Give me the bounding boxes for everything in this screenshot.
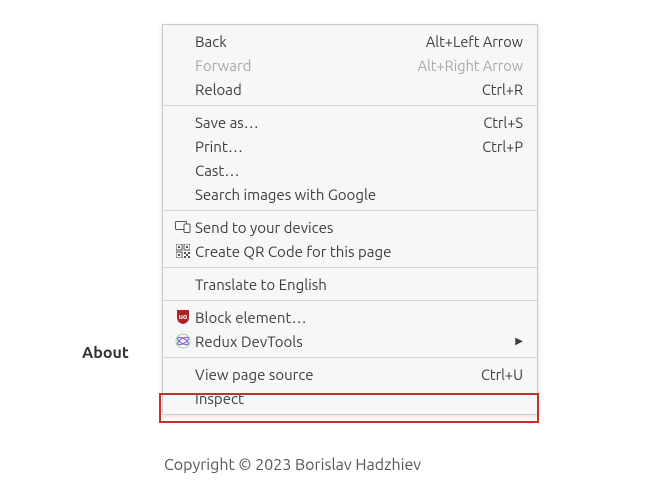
menu-label: Redux DevTools xyxy=(195,333,515,350)
menu-shortcut: Ctrl+S xyxy=(483,114,523,131)
menu-item-search-images[interactable]: Search images with Google xyxy=(163,182,537,206)
menu-label: Forward xyxy=(195,57,418,74)
menu-item-cast[interactable]: Cast… xyxy=(163,158,537,182)
menu-item-redux-devtools[interactable]: Redux DevTools ▶ xyxy=(163,329,537,353)
menu-shortcut: Ctrl+P xyxy=(482,138,523,155)
empty-icon xyxy=(171,182,195,206)
menu-shortcut: Alt+Left Arrow xyxy=(426,33,523,50)
menu-separator xyxy=(163,300,537,301)
devices-icon xyxy=(171,215,195,239)
empty-icon xyxy=(171,110,195,134)
menu-item-view-source[interactable]: View page source Ctrl+U xyxy=(163,362,537,386)
menu-label: Save as… xyxy=(195,114,483,131)
menu-label: Inspect xyxy=(195,390,523,407)
menu-label: Translate to English xyxy=(195,276,523,293)
menu-item-send-devices[interactable]: Send to your devices xyxy=(163,215,537,239)
menu-item-reload[interactable]: Reload Ctrl+R xyxy=(163,77,537,101)
menu-label: Reload xyxy=(195,81,482,98)
menu-shortcut: Ctrl+U xyxy=(481,366,523,383)
menu-separator xyxy=(163,210,537,211)
empty-icon xyxy=(171,77,195,101)
empty-icon xyxy=(171,386,195,410)
empty-icon xyxy=(171,134,195,158)
menu-item-block-element[interactable]: uo Block element… xyxy=(163,305,537,329)
empty-icon xyxy=(171,29,195,53)
empty-icon xyxy=(171,362,195,386)
menu-label: View page source xyxy=(195,366,481,383)
menu-label: Back xyxy=(195,33,426,50)
chevron-right-icon: ▶ xyxy=(515,335,523,347)
menu-item-print[interactable]: Print… Ctrl+P xyxy=(163,134,537,158)
context-menu: Back Alt+Left Arrow Forward Alt+Right Ar… xyxy=(162,24,538,415)
menu-shortcut: Ctrl+R xyxy=(482,81,523,98)
empty-icon xyxy=(171,158,195,182)
empty-icon xyxy=(171,53,195,77)
menu-item-translate[interactable]: Translate to English xyxy=(163,272,537,296)
menu-item-forward: Forward Alt+Right Arrow xyxy=(163,53,537,77)
menu-item-back[interactable]: Back Alt+Left Arrow xyxy=(163,29,537,53)
svg-text:uo: uo xyxy=(179,314,188,321)
menu-label: Search images with Google xyxy=(195,186,523,203)
menu-separator xyxy=(163,267,537,268)
menu-separator xyxy=(163,357,537,358)
menu-separator xyxy=(163,105,537,106)
qr-code-icon xyxy=(171,239,195,263)
menu-label: Cast… xyxy=(195,162,523,179)
menu-label: Create QR Code for this page xyxy=(195,243,523,260)
menu-item-inspect[interactable]: Inspect xyxy=(163,386,537,410)
menu-item-save-as[interactable]: Save as… Ctrl+S xyxy=(163,110,537,134)
ublock-icon: uo xyxy=(171,305,195,329)
menu-shortcut: Alt+Right Arrow xyxy=(418,57,523,74)
menu-label: Block element… xyxy=(195,309,523,326)
empty-icon xyxy=(171,272,195,296)
redux-icon xyxy=(171,329,195,353)
menu-label: Print… xyxy=(195,138,482,155)
about-heading: About xyxy=(82,344,129,362)
menu-label: Send to your devices xyxy=(195,219,523,236)
menu-item-create-qr[interactable]: Create QR Code for this page xyxy=(163,239,537,263)
copyright-text: Copyright © 2023 Borislav Hadzhiev xyxy=(164,456,421,474)
